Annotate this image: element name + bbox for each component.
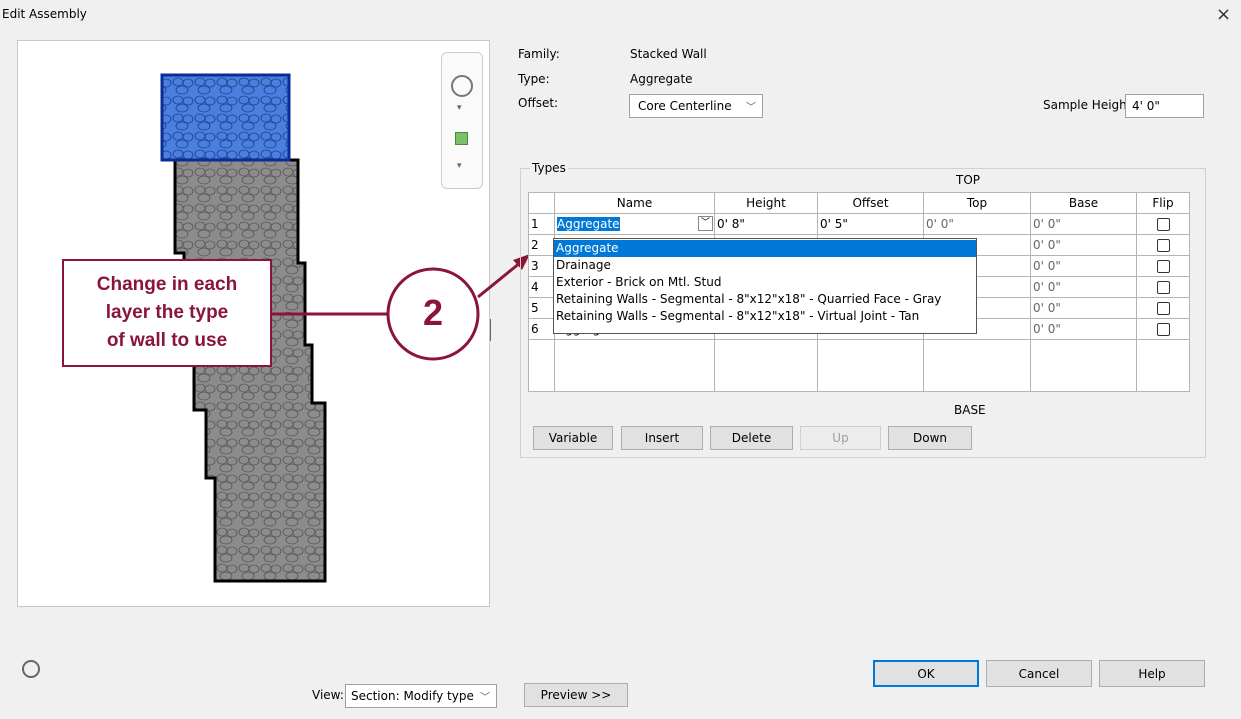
row-number[interactable]: 2 [528,234,555,256]
row-number[interactable]: 3 [528,255,555,277]
close-icon[interactable]: × [1216,4,1231,25]
column-header-top[interactable]: Top [923,192,1031,214]
flip-checkbox[interactable] [1156,260,1170,273]
base-label: BASE [954,403,986,417]
flip-cell[interactable] [1136,297,1190,319]
dropdown-option[interactable]: Retaining Walls - Segmental - 8"x12"x18"… [554,291,976,308]
sample-height-value: 4' 0" [1132,99,1160,113]
window-title: Edit Assembly [2,7,87,21]
view-select[interactable]: Section: Modify type ﹀ [345,684,497,708]
chevron-down-icon[interactable]: ﹀ [698,216,713,231]
variable-button[interactable]: Variable [533,426,613,450]
flip-cell[interactable] [1136,213,1190,235]
base-cell[interactable]: 0' 0" [1030,255,1137,277]
base-cell[interactable]: 0' 0" [1030,297,1137,319]
base-cell[interactable]: 0' 0" [1030,276,1137,298]
chevron-down-icon[interactable]: ▾ [457,103,462,113]
dropdown-option[interactable]: Retaining Walls - Segmental - 8"x12"x18"… [554,308,976,325]
callout-step-number: 2 [422,292,444,333]
column-header-flip[interactable]: Flip [1136,192,1190,214]
flip-cell[interactable] [1136,234,1190,256]
offset-cell[interactable]: 0' 5" [817,213,924,235]
chevron-down-icon: ﹀ [480,692,490,704]
flip-cell[interactable] [1136,255,1190,277]
sample-height-input[interactable]: 4' 0" [1125,94,1204,118]
callout-text-line2: layer the type [105,302,229,323]
2d-view-icon[interactable] [22,660,40,678]
flip-cell[interactable] [1136,276,1190,298]
column-header [528,192,555,214]
offset-select[interactable]: Core Centerline ﹀ [629,94,763,118]
callout-text-line1: Change in each [96,274,238,295]
height-cell[interactable]: 0' 8" [714,213,818,235]
type-value: Aggregate [630,72,693,86]
family-label: Family: [518,47,560,61]
table-header-row: Name Height Offset Top Base Flip [528,192,1190,214]
chevron-down-icon: ﹀ [746,102,756,114]
up-button[interactable]: Up [800,426,881,450]
callout-text-line3: of wall to use [106,330,228,351]
2d-view-icon[interactable] [451,75,473,97]
chevron-down-icon[interactable]: ▾ [457,161,462,171]
flip-checkbox[interactable] [1156,218,1170,231]
top-cell[interactable]: 0' 0" [923,213,1031,235]
name-cell-value[interactable]: Aggregate [557,217,620,231]
flip-cell[interactable] [1136,318,1190,340]
callout-box: Change in each layer the type of wall to… [62,259,272,367]
preview-button[interactable]: Preview >> [524,683,628,707]
zoom-region-icon[interactable] [455,132,468,145]
row-number[interactable]: 4 [528,276,555,298]
column-header-height[interactable]: Height [714,192,818,214]
help-button[interactable]: Help [1099,660,1205,687]
name-cell-editing[interactable]: Aggregate ﹀ [554,213,715,235]
down-button[interactable]: Down [888,426,972,450]
insert-button[interactable]: Insert [621,426,703,450]
table-row[interactable]: 1 Aggregate ﹀ 0' 8" 0' 5" 0' 0" 0' 0" [528,213,1190,235]
sample-height-label: Sample Height: [1043,98,1136,112]
top-label: TOP [956,173,981,187]
base-cell[interactable]: 0' 0" [1030,234,1137,256]
column-header-offset[interactable]: Offset [817,192,924,214]
table-row-empty [528,339,1190,392]
row-number[interactable]: 1 [528,213,555,235]
family-value: Stacked Wall [630,47,707,61]
type-dropdown-list[interactable]: Aggregate Drainage Exterior - Brick on M… [553,238,977,334]
offset-label: Offset: [518,96,559,110]
dropdown-option[interactable]: Drainage [554,257,976,274]
view-label: View: [312,688,344,702]
offset-select-value: Core Centerline [638,99,732,113]
delete-button[interactable]: Delete [710,426,793,450]
view-select-value: Section: Modify type [351,689,474,703]
flip-checkbox[interactable] [1156,239,1170,252]
ok-button[interactable]: OK [873,660,979,687]
dropdown-option[interactable]: Exterior - Brick on Mtl. Stud [554,274,976,291]
base-cell[interactable]: 0' 0" [1030,318,1137,340]
base-cell[interactable]: 0' 0" [1030,213,1137,235]
navigation-bar[interactable]: ▾ ▾ [441,52,483,189]
dropdown-option[interactable]: Aggregate [554,240,976,257]
cancel-button[interactable]: Cancel [986,660,1092,687]
column-header-name[interactable]: Name [554,192,715,214]
flip-checkbox[interactable] [1156,302,1170,315]
row-number[interactable]: 6 [528,318,555,340]
column-header-base[interactable]: Base [1030,192,1137,214]
flip-checkbox[interactable] [1156,281,1170,294]
flip-checkbox[interactable] [1156,323,1170,336]
type-label: Type: [518,72,550,86]
types-group-label: Types [530,161,568,175]
row-number[interactable]: 5 [528,297,555,319]
